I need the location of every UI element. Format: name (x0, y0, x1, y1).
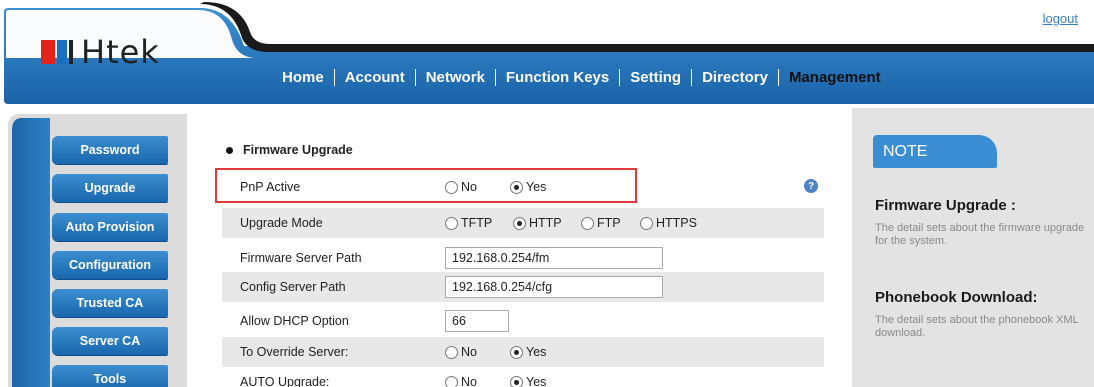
radio-label: HTTPS (656, 216, 697, 230)
auto-upgrade-no-radio[interactable]: No (445, 375, 510, 387)
bullet-icon (226, 146, 233, 154)
sidebar-item-tools[interactable]: Tools (52, 365, 168, 387)
logo-text: Htek (81, 33, 160, 71)
upgrade-mode-ftp-radio[interactable]: FTP (581, 216, 640, 230)
radio-label: No (461, 375, 477, 387)
radio-label: FTP (597, 216, 621, 230)
radio-unchecked-icon (581, 216, 594, 230)
auto-upgrade-radio-group: No Yes (445, 375, 546, 387)
nav-home[interactable]: Home (272, 69, 334, 86)
page: logout Htek Home Account Network Functio… (0, 0, 1094, 387)
sidebar-item-trusted-ca[interactable]: Trusted CA (52, 289, 168, 317)
radio-unchecked-icon (640, 216, 653, 230)
auto-upgrade-row: AUTO Upgrade: No Yes (222, 367, 824, 387)
radio-label: HTTP (529, 216, 562, 230)
note-panel: NOTE Firmware Upgrade : The detail sets … (852, 108, 1094, 387)
upgrade-mode-radio-group: TFTP HTTP FTP HTTPS (445, 216, 697, 230)
radio-unchecked-icon (445, 216, 458, 230)
nav-setting[interactable]: Setting (620, 69, 691, 86)
upgrade-mode-label: Upgrade Mode (240, 216, 323, 230)
note-text-phonebook-download: The detail sets about the phonebook XML … (875, 314, 1079, 339)
radio-checked-icon (510, 345, 523, 359)
radio-label: Yes (526, 345, 547, 359)
note-heading-phonebook-download: Phonebook Download: (875, 289, 1038, 306)
nav-directory[interactable]: Directory (692, 69, 778, 86)
upgrade-mode-tftp-radio[interactable]: TFTP (445, 216, 513, 230)
sidebar: Password Upgrade Auto Provision Configur… (0, 108, 187, 387)
logo-mark-icon (41, 40, 73, 64)
firmware-server-path-label: Firmware Server Path (240, 251, 362, 265)
radio-label: TFTP (461, 216, 493, 230)
allow-dhcp-option-label: Allow DHCP Option (240, 314, 349, 328)
allow-dhcp-option-row: Allow DHCP Option (222, 306, 824, 336)
section-title-text: Firmware Upgrade (243, 143, 353, 157)
config-server-path-row: Config Server Path (222, 272, 824, 302)
sidebar-item-password[interactable]: Password (52, 136, 168, 164)
upgrade-mode-https-radio[interactable]: HTTPS (640, 216, 697, 230)
radio-unchecked-icon (445, 345, 458, 359)
to-override-server-no-radio[interactable]: No (445, 345, 510, 359)
auto-upgrade-label: AUTO Upgrade: (240, 375, 330, 387)
radio-label: No (461, 345, 477, 359)
radio-label: Yes (526, 375, 547, 387)
help-icon[interactable]: ? (804, 179, 818, 193)
highlight-box (215, 168, 637, 203)
radio-checked-icon (513, 216, 526, 230)
nav-management[interactable]: Management (779, 69, 891, 86)
logout-link[interactable]: logout (1043, 11, 1078, 26)
nav-function-keys[interactable]: Function Keys (496, 69, 619, 86)
logo: Htek (41, 32, 160, 72)
sidebar-item-auto-provision[interactable]: Auto Provision (52, 213, 168, 241)
nav-network[interactable]: Network (416, 69, 495, 86)
firmware-server-path-input[interactable] (445, 247, 663, 269)
main-nav: Home Account Network Function Keys Setti… (272, 66, 891, 88)
note-heading-firmware-upgrade: Firmware Upgrade : (875, 197, 1016, 214)
upgrade-mode-http-radio[interactable]: HTTP (513, 216, 581, 230)
note-tab: NOTE (873, 135, 997, 168)
header: logout Htek Home Account Network Functio… (0, 0, 1094, 108)
radio-unchecked-icon (445, 375, 458, 387)
auto-upgrade-yes-radio[interactable]: Yes (510, 375, 546, 387)
main-content: Firmware Upgrade PnP Active No Yes ? Upg… (208, 108, 848, 387)
firmware-server-path-row: Firmware Server Path (222, 243, 824, 273)
nav-account[interactable]: Account (335, 69, 415, 86)
sidebar-item-server-ca[interactable]: Server CA (52, 327, 168, 355)
config-server-path-input[interactable] (445, 276, 663, 298)
config-server-path-label: Config Server Path (240, 280, 346, 294)
to-override-server-radio-group: No Yes (445, 345, 546, 359)
upgrade-mode-row: Upgrade Mode TFTP HTTP FTP HTTPS (222, 208, 824, 238)
sidebar-item-upgrade[interactable]: Upgrade (52, 174, 168, 202)
header-background (4, 2, 1094, 104)
sidebar-item-configuration[interactable]: Configuration (52, 251, 168, 279)
note-text-firmware-upgrade: The detail sets about the firmware upgra… (875, 222, 1085, 247)
to-override-server-label: To Override Server: (240, 345, 349, 359)
radio-checked-icon (510, 375, 523, 387)
allow-dhcp-option-input[interactable] (445, 310, 509, 332)
to-override-server-yes-radio[interactable]: Yes (510, 345, 546, 359)
section-title: Firmware Upgrade (226, 143, 353, 157)
to-override-server-row: To Override Server: No Yes (222, 337, 824, 367)
